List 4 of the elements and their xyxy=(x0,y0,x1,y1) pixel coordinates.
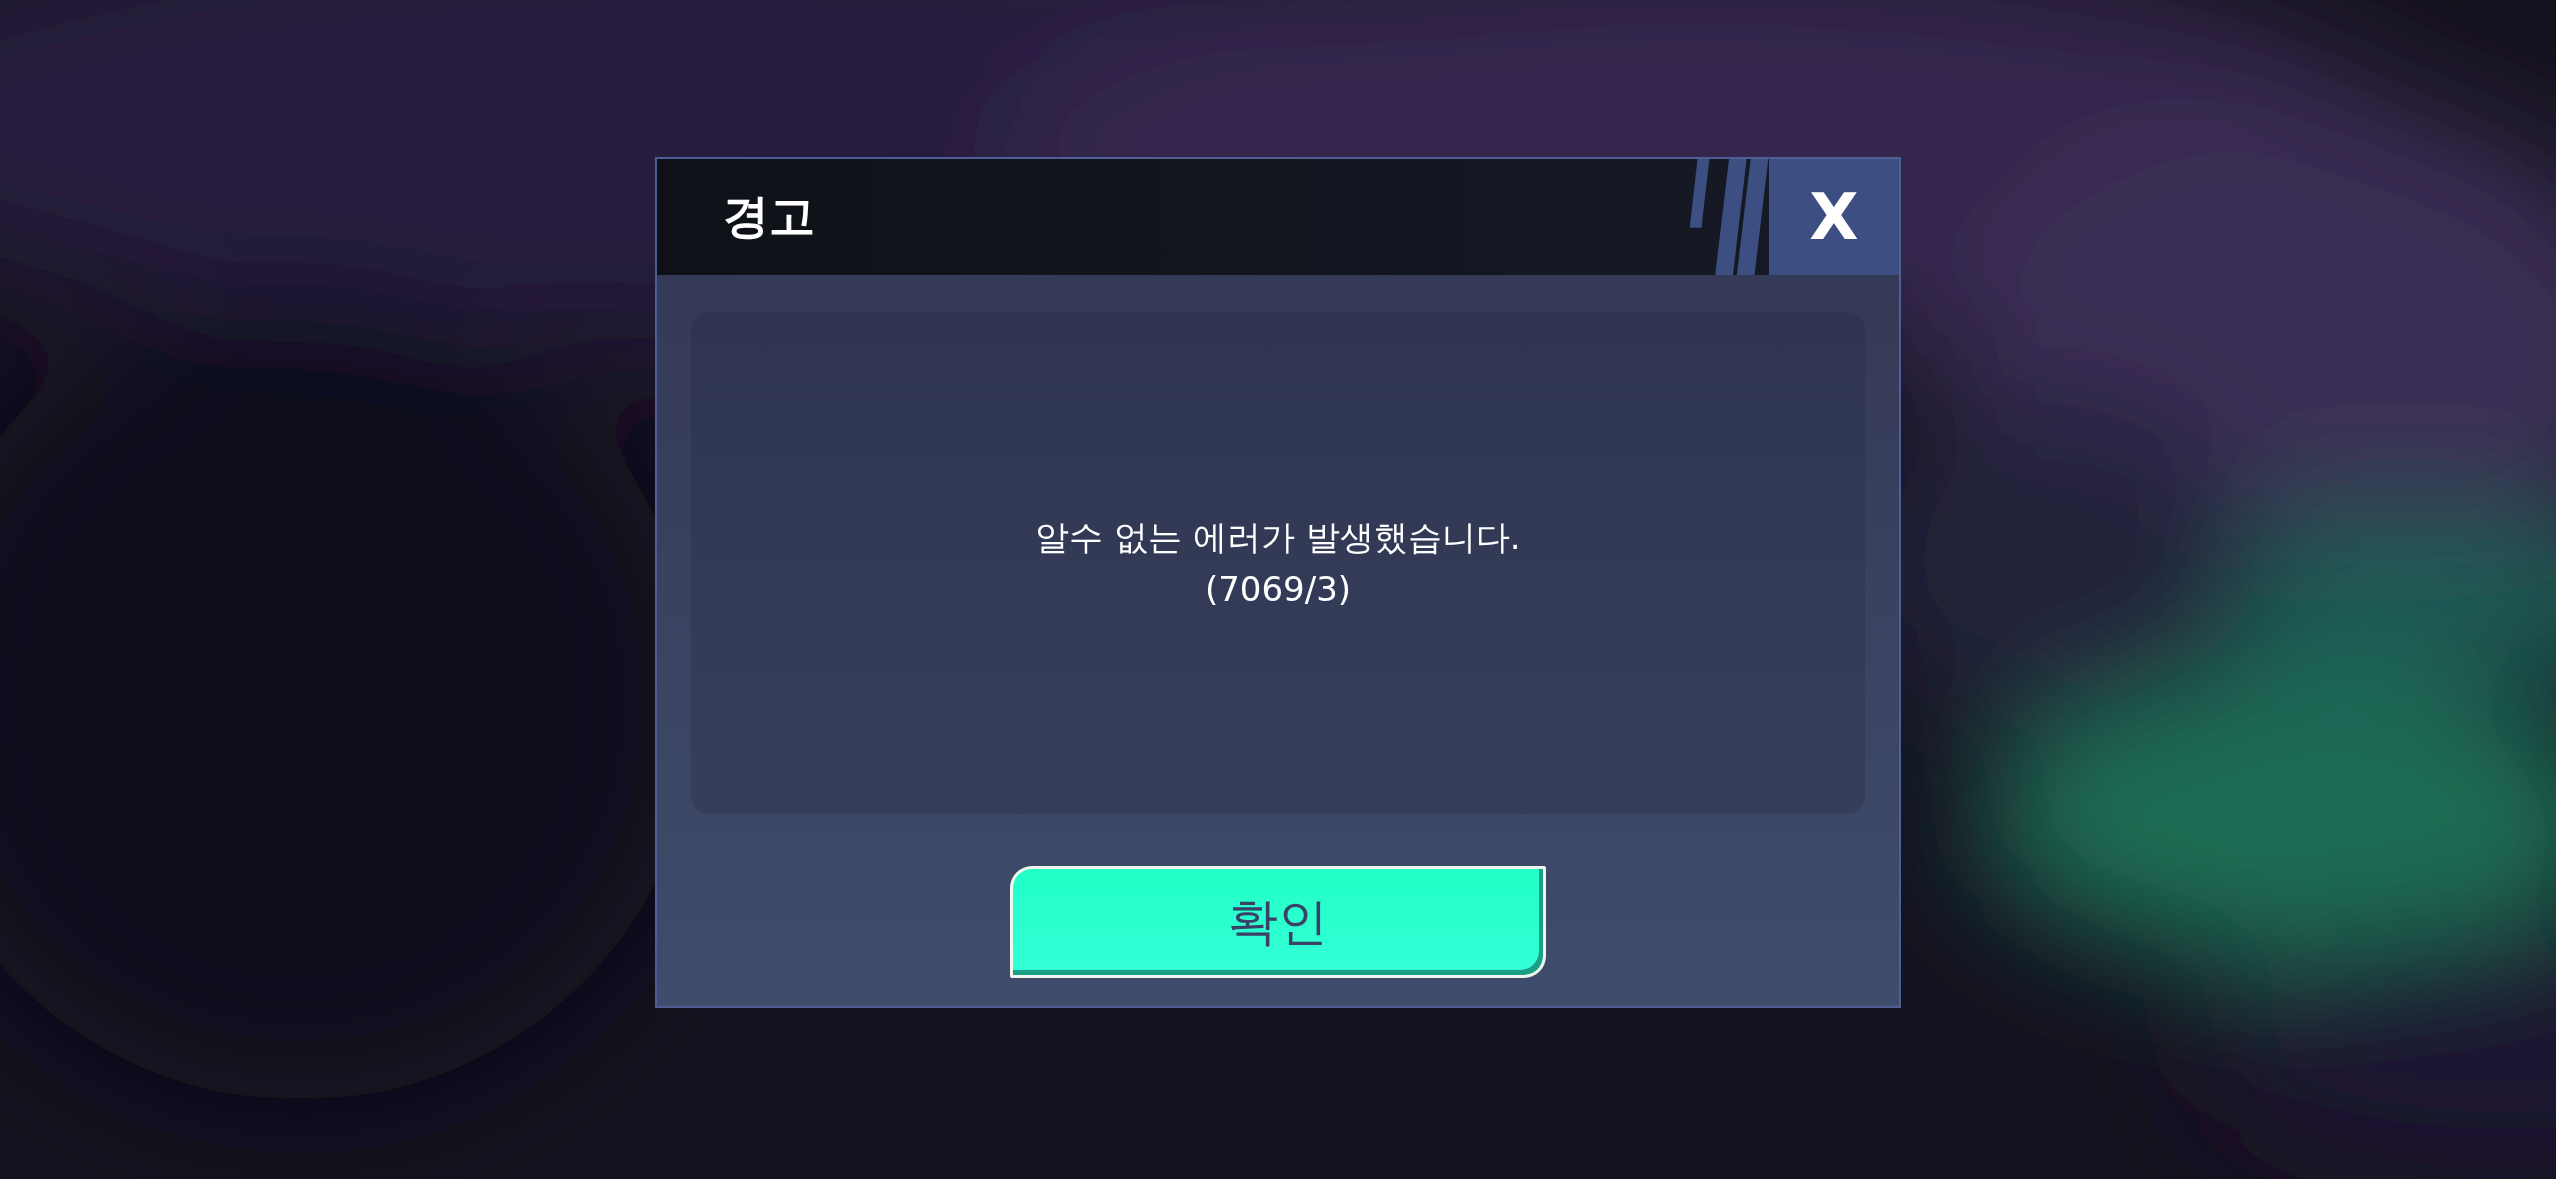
message-text: (7069/3) xyxy=(1204,568,1352,611)
message-text: 알수 없는 에러가 발생했습니다. xyxy=(1035,516,1521,559)
dialog-title: 경고 xyxy=(723,188,816,245)
confirm-button[interactable]: 확인 xyxy=(1010,866,1546,978)
